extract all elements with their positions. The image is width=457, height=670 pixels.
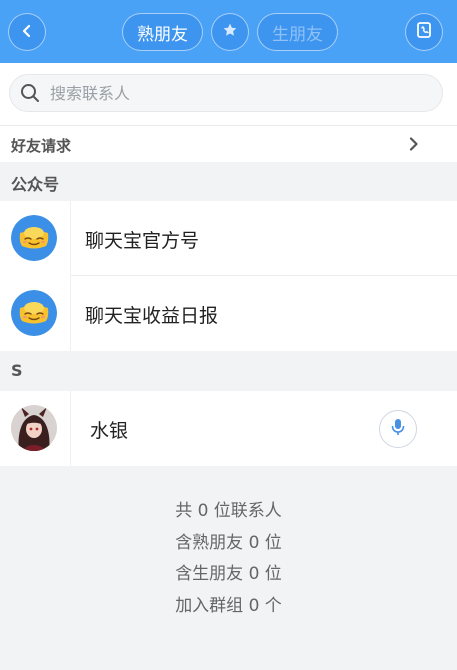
friend-requests-row[interactable]: 好友请求	[0, 125, 457, 162]
voice-button[interactable]	[379, 410, 417, 448]
star-icon	[222, 22, 238, 43]
list-item[interactable]: 水银	[0, 391, 457, 466]
chevron-right-icon	[409, 136, 419, 155]
avatar-cell	[0, 276, 71, 351]
microphone-icon	[391, 418, 405, 440]
top-bar: 熟朋友 生朋友	[0, 0, 457, 63]
contact-name: 聊天宝官方号	[85, 230, 200, 252]
favorites-button[interactable]	[211, 13, 249, 51]
section-header-official: 公众号	[0, 162, 457, 201]
stat-total: 共 0 位联系人	[175, 501, 282, 521]
anime-girl-avatar	[11, 405, 57, 451]
section-header-s: S	[0, 352, 457, 391]
stat-close-friends: 含熟朋友 0 位	[175, 532, 282, 553]
tab-strangers[interactable]: 生朋友	[257, 13, 338, 51]
gold-ingot-face-icon	[11, 215, 57, 261]
search-area	[0, 63, 457, 125]
contacts-book-button[interactable]	[405, 13, 443, 51]
tab-strangers-label: 生朋友	[272, 24, 323, 45]
list-item[interactable]: 聊天宝收益日报	[0, 276, 457, 351]
stat-strangers: 含生朋友 0 位	[175, 564, 282, 584]
back-button[interactable]	[8, 13, 46, 51]
contacts-book-icon	[415, 21, 433, 43]
tab-close-friends[interactable]: 熟朋友	[122, 13, 203, 51]
section-label: S	[11, 361, 23, 380]
search-input[interactable]	[48, 82, 412, 104]
search-box[interactable]	[9, 74, 443, 112]
section-label: 公众号	[11, 175, 60, 194]
contact-stats: 共 0 位联系人 含熟朋友 0 位 含生朋友 0 位 加入群组 0 个	[0, 496, 457, 622]
avatar-cell	[0, 391, 71, 466]
stat-groups: 加入群组 0 个	[175, 595, 282, 616]
chevron-left-icon	[20, 23, 34, 42]
gold-ingot-face-icon	[11, 290, 57, 336]
search-icon	[20, 82, 42, 104]
avatar-cell	[0, 201, 71, 276]
friend-requests-label: 好友请求	[11, 137, 72, 155]
contact-name: 水银	[90, 420, 129, 442]
tab-close-friends-label: 熟朋友	[137, 24, 188, 45]
contact-name: 聊天宝收益日报	[85, 305, 219, 327]
list-item[interactable]: 聊天宝官方号	[0, 201, 457, 276]
